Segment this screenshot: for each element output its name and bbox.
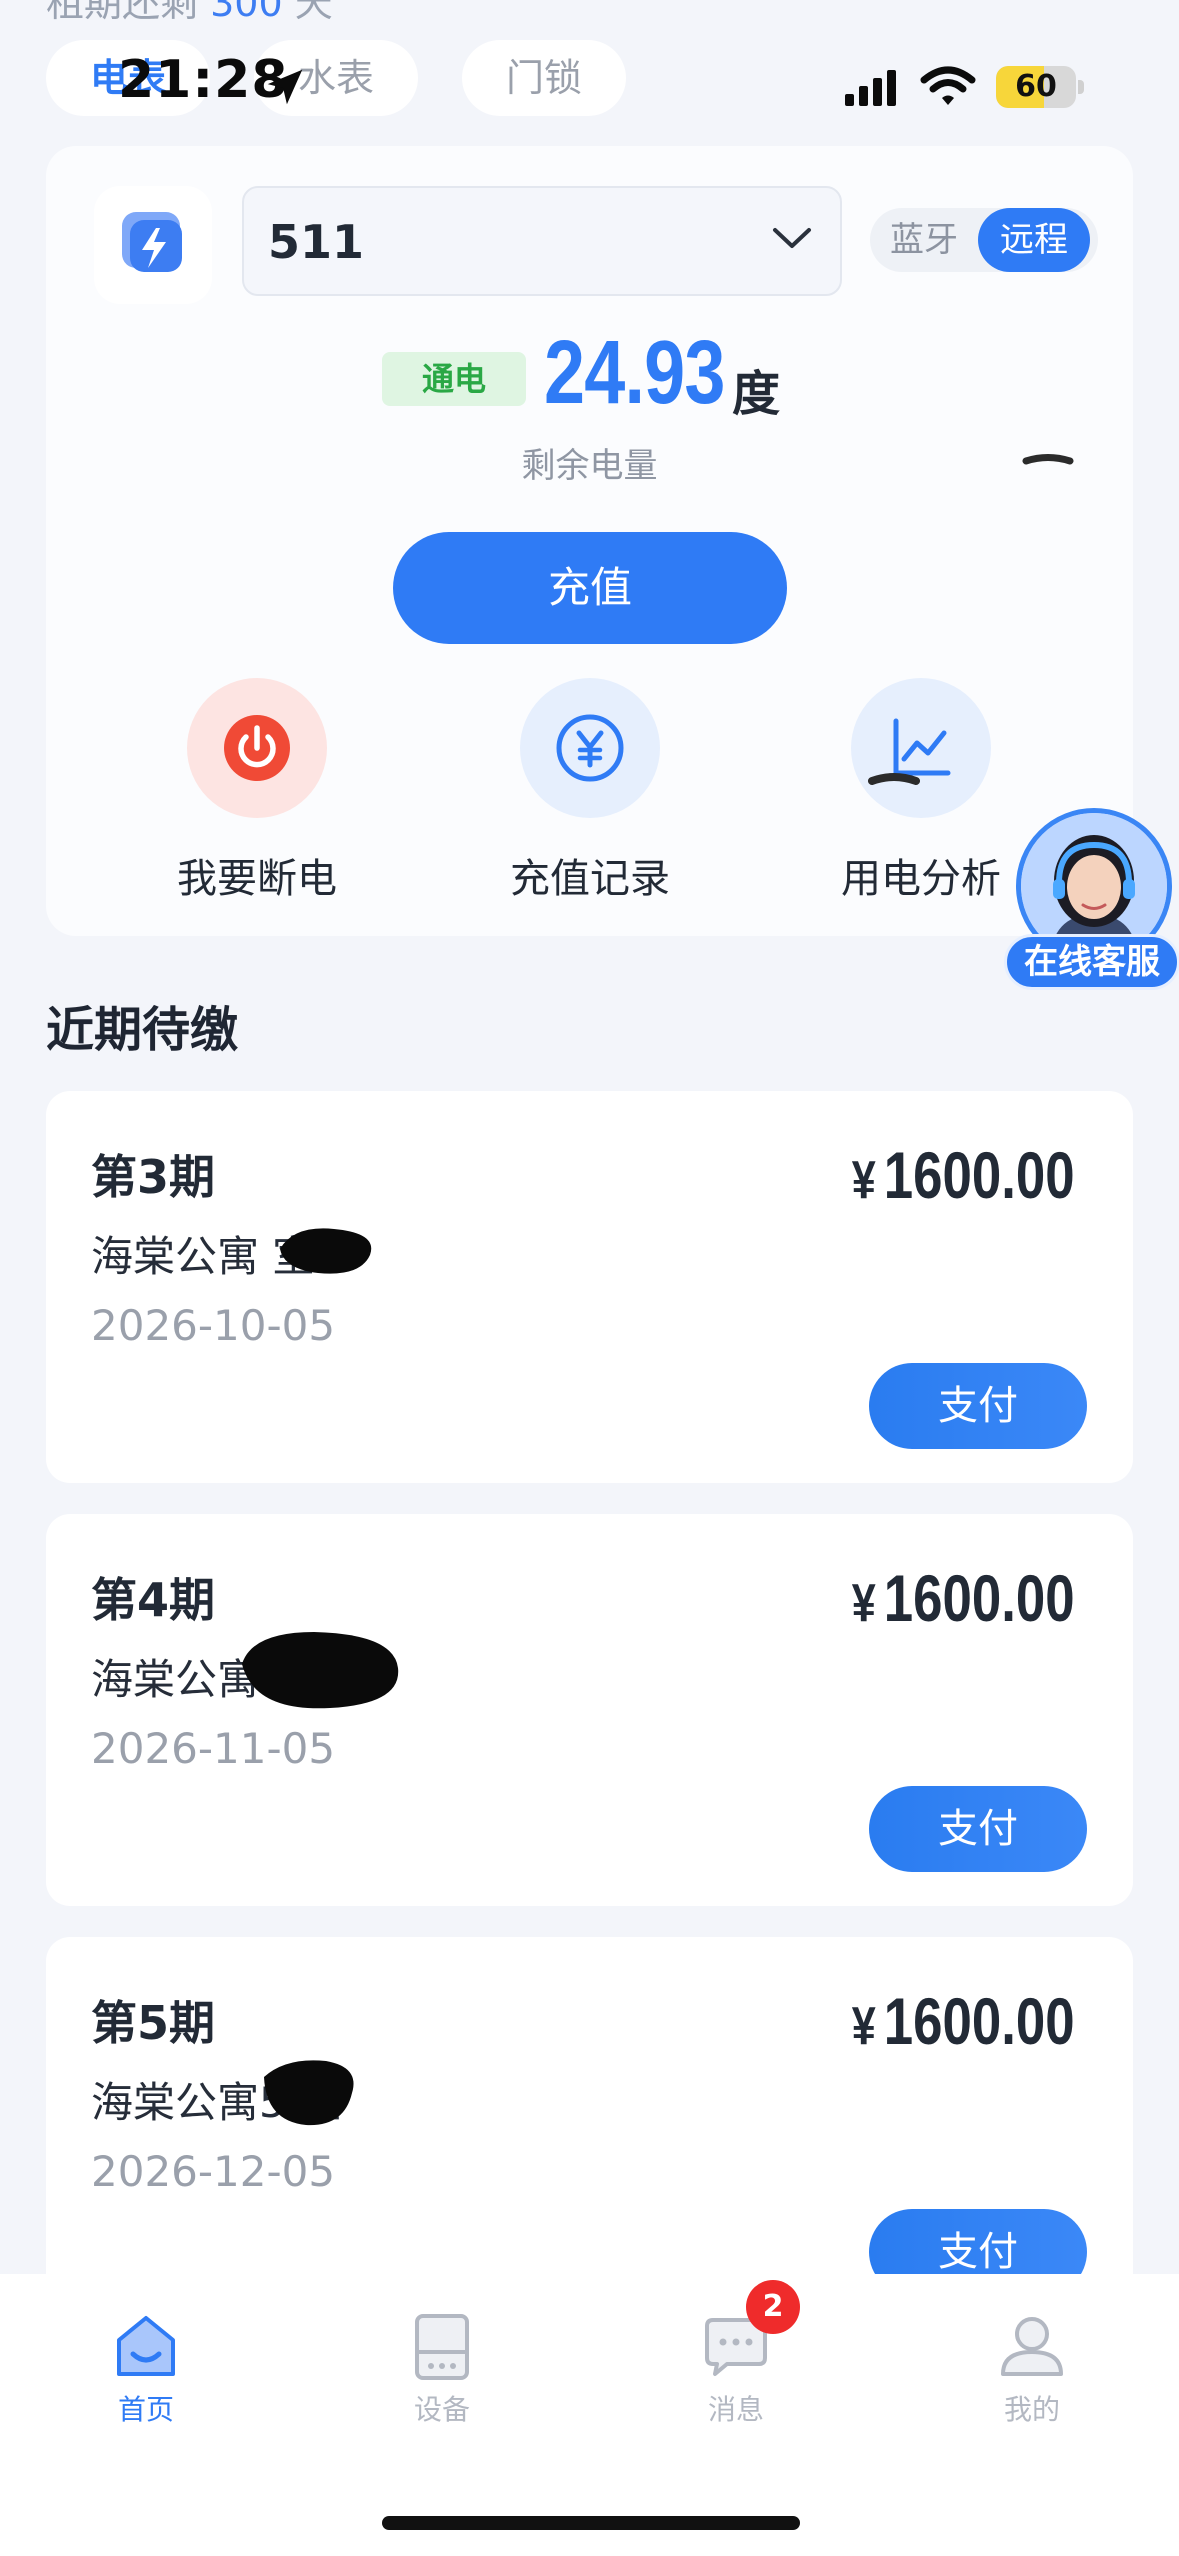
bill-amount: ¥1600.00	[852, 1984, 1075, 2058]
bill-period: 第5期	[91, 1996, 216, 2050]
nav-home-label: 首页	[117, 2393, 174, 2426]
remaining-kwh-label: 剩余电量	[521, 446, 658, 486]
battery-level-text: 60	[1015, 69, 1057, 104]
message-count-badge: 2	[746, 2280, 800, 2334]
bill-card: 第5期 ¥1600.00 海棠公寓5 室 2026-12-05 支付	[46, 1937, 1133, 2329]
cut-power-action[interactable]: 我要断电	[137, 678, 377, 904]
nav-messages-label: 消息	[707, 2393, 764, 2426]
cut-power-icon-bg	[187, 678, 327, 818]
bill-due-date: 2026-12-05	[91, 2147, 336, 2196]
nav-device-label: 设备	[413, 2393, 470, 2426]
meter-card: 511 蓝牙 远程 通电 24.93 度 剩余电量 充值 我要断电 充值记录 用…	[46, 146, 1133, 936]
nav-profile-label: 我的	[1003, 2393, 1060, 2426]
recharge-records-action[interactable]: 充值记录	[470, 678, 710, 904]
bill-due-date: 2026-11-05	[91, 1724, 336, 1773]
device-icon	[407, 2312, 477, 2382]
nav-messages[interactable]: 消息	[636, 2312, 836, 2428]
bottom-nav: 首页 设备 消息 我的	[0, 2274, 1179, 2556]
wifi-icon	[920, 66, 976, 105]
user-icon	[997, 2312, 1067, 2382]
usage-analysis-icon-bg	[851, 678, 991, 818]
app-logo	[94, 186, 212, 304]
bill-period: 第3期	[91, 1150, 216, 1204]
redaction-mark	[242, 1632, 399, 1709]
battery-cap	[1078, 80, 1084, 94]
nav-profile[interactable]: 我的	[932, 2312, 1132, 2428]
meter-logo-icon	[122, 212, 182, 272]
redaction-mark	[868, 773, 920, 785]
cut-power-label: 我要断电	[177, 856, 337, 902]
pending-section-title: 近期待缴	[46, 1002, 239, 1058]
bill-period: 第4期	[91, 1573, 216, 1627]
redaction-mark	[1022, 454, 1074, 465]
pay-button[interactable]: 支付	[869, 1363, 1087, 1449]
tab-door-lock[interactable]: 门锁	[462, 40, 627, 116]
nav-device[interactable]: 设备	[342, 2312, 542, 2428]
remaining-kwh-unit: 度	[732, 366, 781, 422]
lease-remaining-text: 租期还剩 300 天	[46, 0, 333, 25]
connection-mode-toggle: 蓝牙 远程	[870, 208, 1098, 272]
cellular-signal-icon	[845, 70, 896, 106]
mode-remote-option[interactable]: 远程	[978, 208, 1090, 272]
room-select[interactable]: 511	[242, 186, 842, 296]
usage-analysis-action[interactable]: 用电分析	[801, 678, 1041, 904]
customer-service-label[interactable]: 在线客服	[1004, 934, 1179, 990]
usage-analysis-label: 用电分析	[841, 856, 1001, 902]
nav-home[interactable]: 首页	[46, 2312, 246, 2428]
pay-button[interactable]: 支付	[869, 1786, 1087, 1872]
battery-indicator: 60	[996, 66, 1076, 108]
chevron-down-icon	[773, 228, 811, 248]
bill-card: 第3期 ¥1600.00 海棠公寓 室 2026-10-05 支付	[46, 1091, 1133, 1483]
redaction-mark	[264, 2060, 354, 2126]
recharge-records-icon-bg	[520, 678, 660, 818]
redaction-mark	[280, 1228, 372, 1274]
mode-bluetooth-option[interactable]: 蓝牙	[870, 208, 978, 272]
remaining-kwh-value: 24.93	[544, 323, 725, 423]
bill-amount: ¥1600.00	[852, 1561, 1075, 1635]
bill-due-date: 2026-10-05	[91, 1301, 336, 1350]
yen-icon	[556, 714, 624, 782]
bill-amount: ¥1600.00	[852, 1138, 1075, 1212]
power-icon	[224, 715, 290, 781]
recharge-records-label: 充值记录	[510, 856, 670, 902]
recharge-button[interactable]: 充值	[393, 532, 787, 644]
room-select-value: 511	[268, 215, 365, 269]
bill-card: 第4期 ¥1600.00 海棠公寓 2026-11-05 支付	[46, 1514, 1133, 1906]
location-arrow-icon	[267, 69, 303, 105]
power-status-badge: 通电	[382, 352, 526, 406]
home-indicator	[382, 2516, 800, 2530]
home-icon	[111, 2312, 181, 2382]
